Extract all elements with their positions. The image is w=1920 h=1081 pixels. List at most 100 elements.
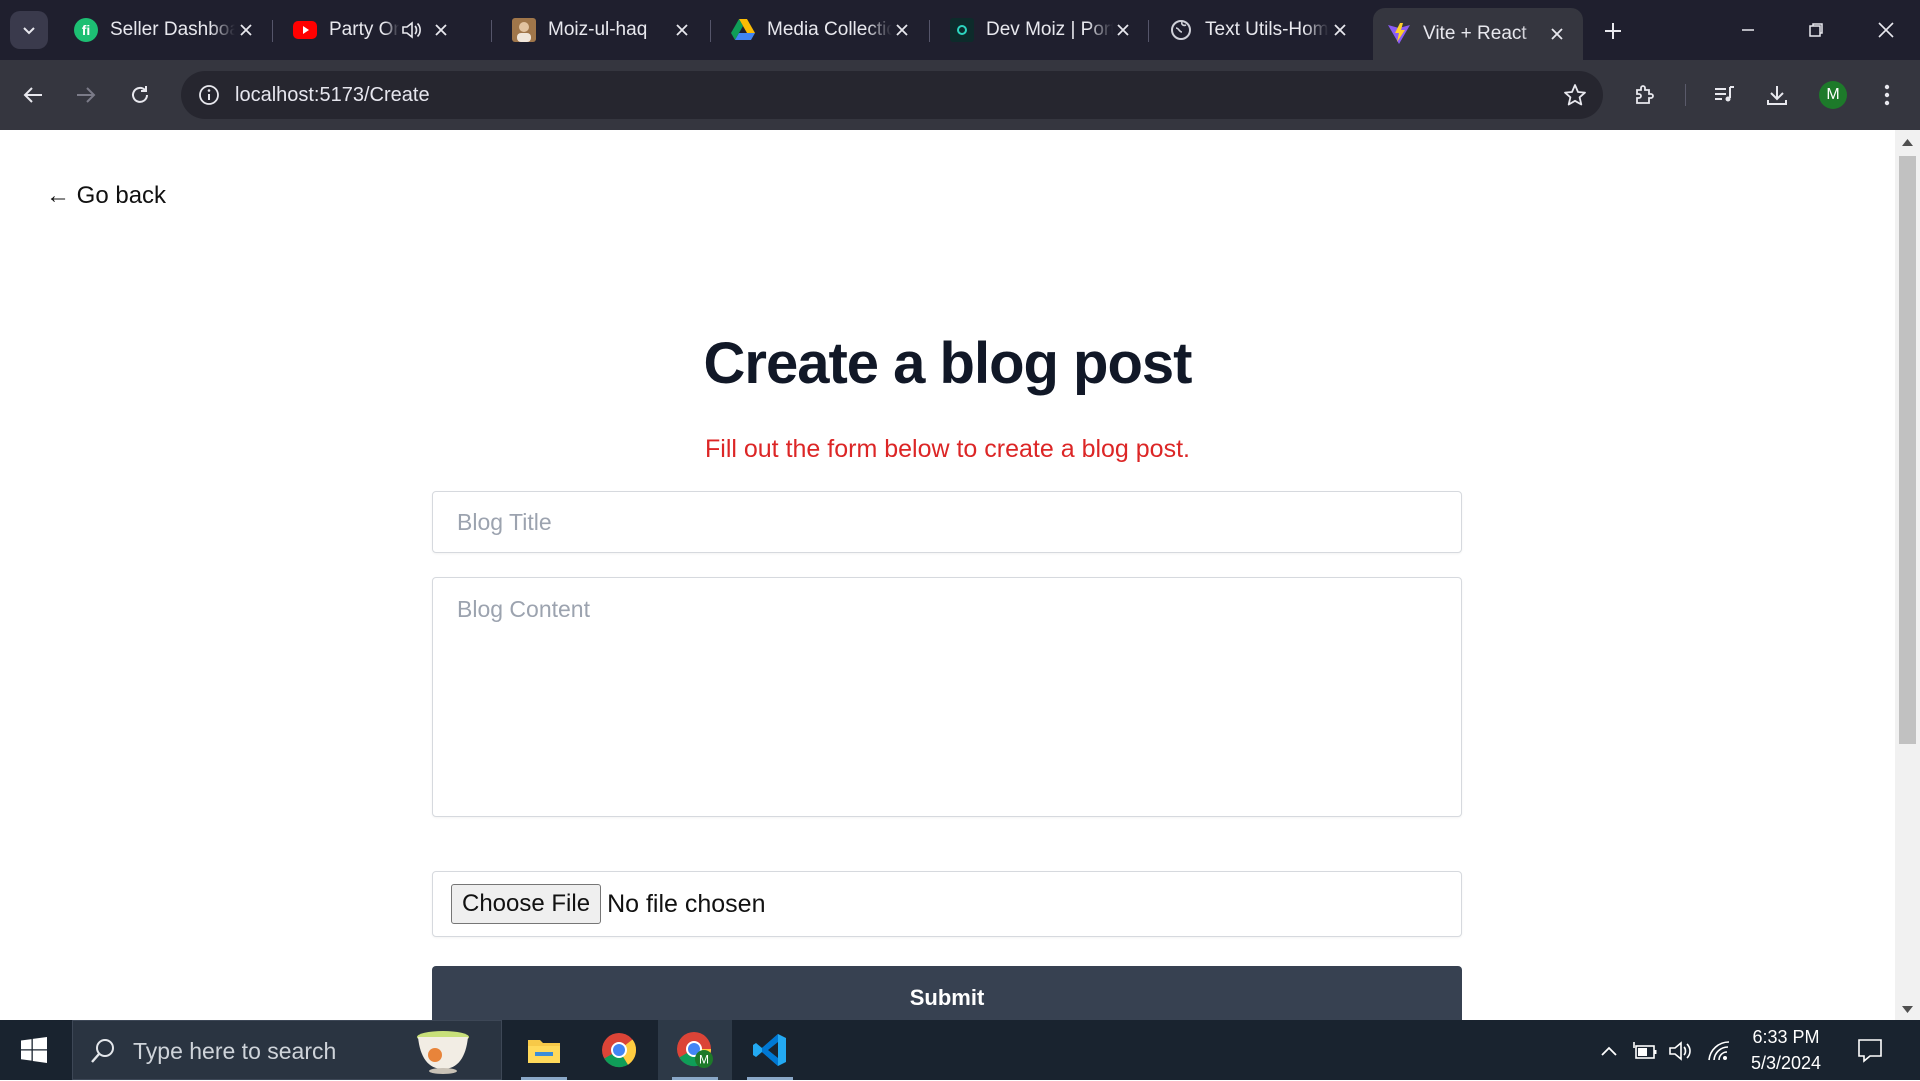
page-title: Create a blog post — [703, 331, 1193, 396]
dev-site-icon — [950, 18, 974, 42]
close-window-button[interactable] — [1862, 10, 1910, 50]
arrow-left-icon — [23, 87, 42, 103]
battery-status[interactable] — [1632, 1038, 1658, 1064]
file-explorer-icon — [528, 1040, 560, 1063]
tab-separator — [710, 20, 711, 42]
tab-vite-react[interactable]: Vite + React — [1373, 8, 1583, 60]
search-highlight-icon — [417, 1031, 469, 1074]
close-icon[interactable] — [1329, 18, 1351, 42]
new-tab-button[interactable] — [1598, 16, 1628, 46]
close-icon[interactable] — [1113, 18, 1132, 42]
tab-seller-dashboard[interactable]: fi Seller Dashboard — [60, 8, 270, 52]
blog-title-input[interactable] — [432, 491, 1462, 553]
svg-text:M: M — [699, 1053, 709, 1067]
blog-content-textarea[interactable] — [432, 577, 1462, 817]
fiverr-icon: fi — [74, 18, 98, 42]
reload-icon — [132, 86, 148, 103]
volume-control[interactable] — [1668, 1038, 1694, 1064]
profile-avatar[interactable]: M — [1819, 81, 1847, 109]
wifi-icon — [1708, 1041, 1730, 1061]
tab-title: Dev Moiz | Portfolio — [986, 19, 1114, 40]
choose-file-button[interactable]: Choose File — [451, 884, 602, 924]
notification-center-button[interactable] — [1856, 1036, 1884, 1069]
go-back-link[interactable]: ← Go back — [46, 182, 166, 210]
scrollbar-thumb[interactable] — [1899, 156, 1916, 744]
tab-strip: fi Seller Dashboard Party On My Mind Moi… — [0, 0, 1920, 60]
site-info-icon[interactable] — [195, 81, 223, 109]
chrome-icon — [602, 1033, 637, 1068]
restore-button[interactable] — [1792, 10, 1840, 50]
tab-title: Text Utils-Home — [1205, 19, 1329, 40]
close-icon[interactable] — [892, 18, 913, 42]
svg-text:fi: fi — [82, 22, 91, 38]
close-icon[interactable] — [235, 18, 256, 42]
start-button[interactable] — [14, 1034, 54, 1066]
close-icon[interactable] — [1545, 22, 1569, 46]
search-placeholder: Type here to search — [133, 1038, 337, 1064]
taskbar-file-explorer[interactable] — [507, 1020, 581, 1080]
restore-icon — [1809, 23, 1823, 37]
forward-button[interactable] — [67, 76, 105, 114]
puzzle-icon — [1636, 85, 1654, 104]
show-hidden-icons-button[interactable] — [1596, 1038, 1622, 1064]
minimize-button[interactable] — [1724, 10, 1772, 50]
tab-text-utils[interactable]: Text Utils-Home — [1155, 8, 1365, 52]
page-subtitle: Fill out the form below to create a blog… — [705, 435, 1190, 463]
taskbar-chrome[interactable] — [582, 1020, 656, 1080]
search-icon — [91, 1039, 114, 1063]
tab-moiz-ul-haq[interactable]: Moiz-ul-haq — [498, 8, 708, 52]
menu-button[interactable] — [1868, 76, 1906, 114]
arrow-right-icon — [77, 87, 96, 103]
scroll-up-arrow-icon[interactable] — [1902, 138, 1913, 146]
bookmark-star-icon[interactable] — [1561, 81, 1589, 109]
google-drive-icon — [731, 18, 755, 42]
chrome-profile-icon: M — [677, 1032, 713, 1068]
tab-dev-moiz[interactable]: Dev Moiz | Portfolio — [936, 8, 1146, 52]
notification-icon — [1858, 1039, 1882, 1063]
playlist-music-icon — [1715, 86, 1734, 102]
tab-title: Moiz-ul-haq — [548, 19, 648, 40]
globe-icon — [1169, 18, 1193, 42]
tab-title: Party On My Mind — [329, 19, 399, 40]
downloads-button[interactable] — [1758, 76, 1796, 114]
taskbar-chrome-profile[interactable]: M — [658, 1020, 732, 1080]
extensions-button[interactable] — [1626, 76, 1664, 114]
network-status[interactable] — [1706, 1038, 1732, 1064]
taskbar-vscode[interactable] — [733, 1020, 807, 1080]
close-icon[interactable] — [670, 18, 694, 42]
tab-media-collection[interactable]: Media Collection — [717, 8, 927, 52]
tab-title: Seller Dashboard — [110, 19, 236, 40]
submit-button[interactable]: Submit — [432, 966, 1462, 1020]
profile-photo-icon — [512, 18, 536, 42]
taskbar-clock[interactable]: 6:33 PM 5/3/2024 — [1740, 1024, 1832, 1076]
vscode-icon — [753, 1034, 786, 1066]
windows-taskbar: Type here to search M 6:33 PM 5/3/2024 — [0, 1020, 1920, 1080]
minimize-icon — [1742, 29, 1754, 31]
speaker-icon[interactable] — [399, 18, 423, 42]
address-bar[interactable]: localhost:5173/Create — [181, 71, 1603, 119]
more-vert-icon — [1884, 84, 1890, 106]
tab-title: Media Collection — [767, 19, 892, 40]
close-icon[interactable] — [429, 18, 453, 42]
url-text[interactable]: localhost:5173/Create — [235, 71, 430, 119]
page-scrollbar[interactable] — [1895, 130, 1920, 1020]
media-controls-button[interactable] — [1705, 76, 1743, 114]
back-button[interactable] — [14, 76, 52, 114]
tab-separator — [929, 20, 930, 42]
scroll-down-arrow-icon[interactable] — [1902, 1006, 1913, 1014]
vite-icon — [1387, 22, 1411, 46]
browser-toolbar: localhost:5173/Create M — [0, 60, 1920, 130]
page-viewport: ← Go back Create a blog post Fill out th… — [0, 130, 1895, 1020]
plus-icon — [1605, 23, 1621, 39]
file-upload-field: Choose File No file chosen — [432, 871, 1462, 937]
youtube-icon — [293, 18, 317, 42]
taskbar-search[interactable]: Type here to search — [72, 1020, 502, 1080]
tab-youtube[interactable]: Party On My Mind — [279, 8, 489, 52]
tab-separator — [272, 20, 273, 42]
reload-button[interactable] — [121, 76, 159, 114]
tab-search-button[interactable] — [10, 11, 48, 49]
clock-time: 6:33 PM — [1752, 1027, 1820, 1047]
tab-separator — [491, 20, 492, 42]
battery-charging-icon — [1633, 1042, 1657, 1059]
tab-separator — [1148, 20, 1149, 42]
